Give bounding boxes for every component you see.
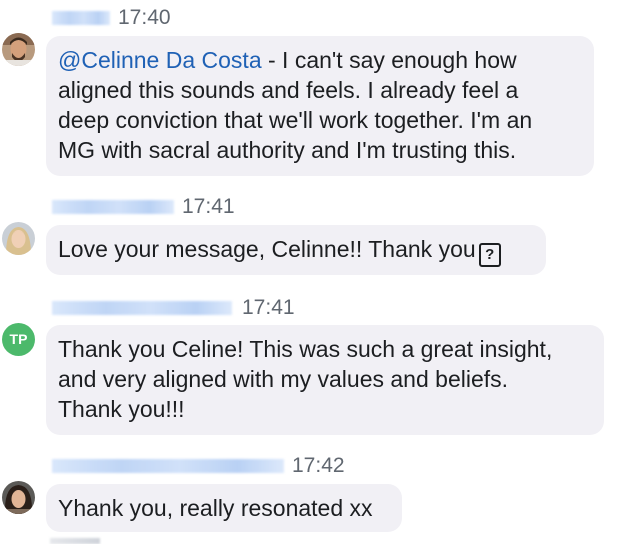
message-header: 17:40 xyxy=(52,6,192,30)
message-header: 17:41 xyxy=(52,296,352,320)
avatar-woman-dark-hair-icon xyxy=(2,481,35,514)
avatar-woman-blonde-icon xyxy=(2,222,35,255)
message-text-line: aligned this sounds and feels. I already… xyxy=(58,77,519,103)
sender-name-blurred xyxy=(52,301,232,315)
sender-name-blurred xyxy=(52,459,284,473)
message-text-line: Thank you!!! xyxy=(58,396,185,422)
timestamp: 17:42 xyxy=(292,454,345,477)
timestamp: 17:41 xyxy=(182,195,235,218)
timestamp: 17:41 xyxy=(242,296,295,319)
message-text: Yhank you, really resonated xx xyxy=(58,495,373,521)
sender-avatar[interactable] xyxy=(2,481,35,514)
sender-name-blurred xyxy=(52,200,174,214)
message-header: 17:42 xyxy=(52,454,372,478)
next-message-header-partial xyxy=(50,538,100,544)
message-text-line: and very aligned with my values and beli… xyxy=(58,366,509,392)
message-text-line: deep conviction that we'll work together… xyxy=(58,107,533,133)
missing-emoji-glyph: ? xyxy=(478,243,501,267)
message-header: 17:41 xyxy=(52,195,292,219)
message-bubble: Thank you Celine! This was such a great … xyxy=(46,325,604,435)
sender-avatar[interactable] xyxy=(2,222,35,255)
avatar-man-beard-icon xyxy=(2,33,35,66)
timestamp: 17:40 xyxy=(118,6,171,29)
message-text-line: - I can't say enough how xyxy=(261,47,517,73)
message-bubble: Yhank you, really resonated xx xyxy=(46,484,402,532)
message-text-line: MG with sacral authority and I'm trustin… xyxy=(58,137,517,163)
sender-avatar[interactable] xyxy=(2,33,35,66)
message-bubble: Love your message, Celinne!! Thank you? xyxy=(46,225,546,275)
message-bubble: @Celinne Da Costa - I can't say enough h… xyxy=(46,36,594,176)
sender-avatar-initials[interactable]: TP xyxy=(2,323,35,356)
message-text: Love your message, Celinne!! Thank you xyxy=(58,236,476,262)
mention-link[interactable]: @Celinne Da Costa xyxy=(58,47,262,73)
message-text-line: Thank you Celine! This was such a great … xyxy=(58,336,553,362)
sender-name-blurred xyxy=(52,11,110,25)
